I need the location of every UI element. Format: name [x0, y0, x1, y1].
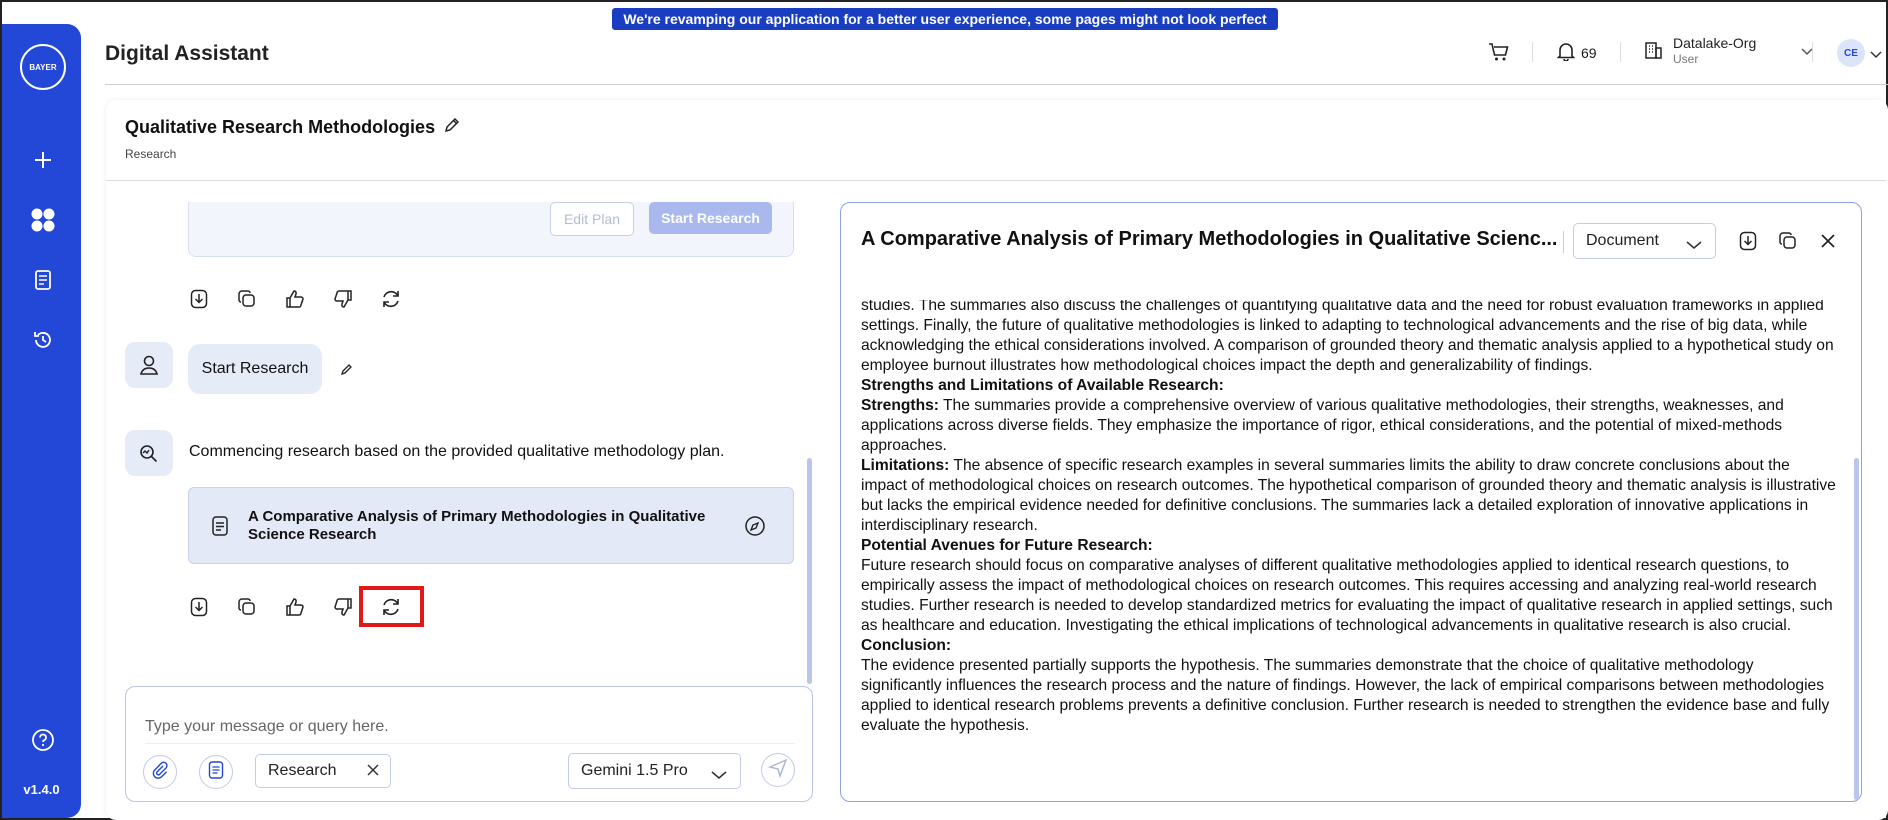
documents-icon[interactable]: [29, 266, 57, 294]
document-title: A Comparative Analysis of Primary Method…: [861, 228, 1558, 250]
user-avatar[interactable]: CE: [1837, 39, 1865, 67]
send-button[interactable]: [761, 753, 795, 787]
start-research-button[interactable]: Start Research: [649, 202, 772, 234]
title-divider: [106, 180, 1886, 181]
document-card[interactable]: A Comparative Analysis of Primary Method…: [188, 487, 794, 564]
org-role: User: [1673, 52, 1699, 66]
conversation-category: Research: [125, 147, 177, 161]
copy-icon[interactable]: [236, 596, 258, 618]
help-icon[interactable]: [29, 726, 57, 754]
user-message: Start Research: [188, 344, 322, 394]
thumbs-down-icon[interactable]: [332, 288, 354, 310]
copy-icon[interactable]: [236, 288, 258, 310]
section-heading: Potential Avenues for Future Research:: [861, 537, 1153, 554]
cart-icon: [1488, 42, 1510, 65]
notification-count: 69: [1581, 44, 1597, 61]
section-heading: Conclusion:: [861, 637, 952, 654]
new-chat-icon[interactable]: [29, 146, 57, 174]
chat-scrollbar[interactable]: [807, 458, 812, 684]
document-intro: studies. The summaries also discuss the …: [861, 300, 1834, 374]
limitations-text: The absence of specific research example…: [861, 457, 1836, 534]
chevron-down-icon[interactable]: [1869, 46, 1883, 64]
paperclip-icon: [151, 761, 169, 784]
model-select-value: Gemini 1.5 Pro: [581, 762, 688, 779]
info-banner: We're revamping our application for a be…: [612, 8, 1278, 49]
conclusion-text: The evidence presented partially support…: [861, 657, 1830, 734]
close-icon[interactable]: [1817, 230, 1839, 252]
document-scrollbar[interactable]: [1854, 458, 1859, 800]
app-title: Digital Assistant: [105, 42, 269, 65]
org-name: Datalake-Org: [1673, 35, 1757, 51]
strengths-text: The summaries provide a comprehensive ov…: [861, 397, 1784, 454]
org-switcher[interactable]: Datalake-Org User: [1643, 35, 1814, 67]
download-icon[interactable]: [188, 288, 210, 310]
model-select[interactable]: Gemini 1.5 Pro: [568, 753, 741, 789]
notifications-button[interactable]: 69: [1556, 41, 1597, 64]
building-icon: [1643, 40, 1663, 63]
attach-button[interactable]: [143, 755, 177, 789]
thumbs-up-icon[interactable]: [284, 596, 306, 618]
document-icon: [208, 760, 224, 784]
send-icon: [767, 758, 788, 783]
close-icon[interactable]: [366, 763, 380, 782]
limitations-label: Limitations:: [861, 457, 950, 474]
open-document-icon[interactable]: [744, 515, 766, 542]
toolbar-separator: [1563, 231, 1564, 253]
header-divider: [105, 84, 1888, 85]
header-separator: [1620, 42, 1621, 62]
thumbs-down-icon[interactable]: [332, 596, 354, 618]
logo-text: BAYER: [29, 62, 57, 72]
bayer-logo[interactable]: BAYER: [20, 44, 66, 90]
apps-icon[interactable]: [29, 206, 57, 234]
mode-chip[interactable]: Research: [255, 754, 391, 788]
copy-icon[interactable]: [1777, 230, 1799, 252]
bell-icon: [1556, 41, 1576, 64]
document-card-title: A Comparative Analysis of Primary Method…: [248, 508, 706, 543]
view-mode-value: Document: [1586, 232, 1659, 249]
regenerate-icon[interactable]: [380, 288, 402, 310]
section-heading: Strengths and Limitations of Available R…: [861, 377, 1224, 394]
strengths-label: Strengths:: [861, 397, 939, 414]
view-mode-select[interactable]: Document: [1573, 223, 1716, 259]
edit-plan-button[interactable]: Edit Plan: [550, 202, 634, 236]
document-body: studies. The summaries also discuss the …: [861, 300, 1837, 788]
history-icon[interactable]: [29, 326, 57, 354]
assistant-message: Commencing research based on the provide…: [189, 443, 725, 460]
chevron-down-icon: [710, 767, 728, 785]
edit-message-icon[interactable]: [340, 362, 354, 381]
header-separator: [1812, 42, 1813, 62]
edit-title-icon[interactable]: [443, 116, 461, 139]
download-icon[interactable]: [188, 596, 210, 618]
sidebar: BAYER v1.4.0: [2, 24, 81, 818]
header-separator: [1532, 42, 1533, 62]
assistant-avatar-icon: [125, 430, 173, 476]
user-avatar-icon: [125, 342, 173, 388]
cart-button[interactable]: [1488, 42, 1510, 65]
conversation-title: Qualitative Research Methodologies: [125, 116, 461, 139]
future-text: Future research should focus on comparat…: [861, 557, 1833, 634]
conversation-title-text: Qualitative Research Methodologies: [125, 117, 436, 137]
chevron-down-icon: [1685, 237, 1703, 255]
message-input[interactable]: [145, 710, 795, 744]
thumbs-up-icon[interactable]: [284, 288, 306, 310]
app-version: v1.4.0: [23, 782, 60, 797]
highlight-box: [359, 586, 424, 627]
document-icon: [211, 516, 229, 541]
download-icon[interactable]: [1737, 230, 1759, 252]
document-picker-button[interactable]: [199, 755, 233, 789]
message-actions: [188, 288, 402, 310]
mode-chip-label: Research: [268, 762, 337, 779]
